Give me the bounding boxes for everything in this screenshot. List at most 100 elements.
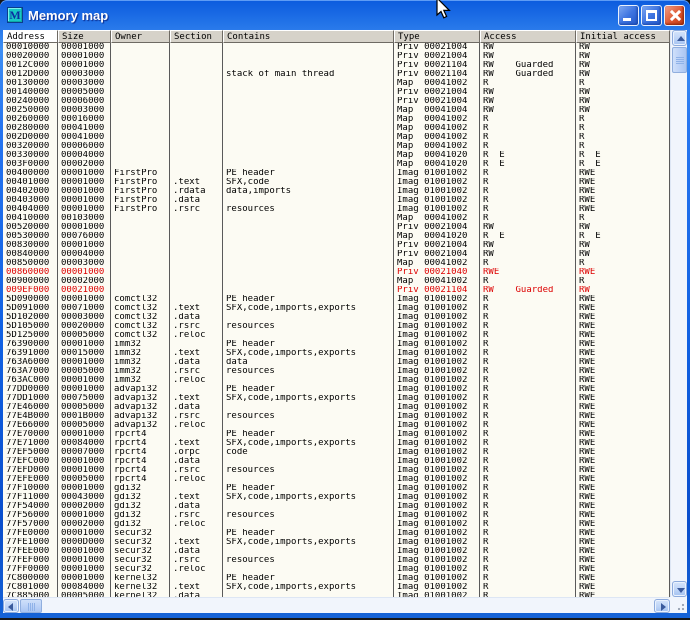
cell-initial-access: RWE bbox=[576, 394, 670, 403]
table-row[interactable]: 7639000000001000imm32PE headerImag 01001… bbox=[3, 340, 670, 349]
cell-section: .data bbox=[170, 196, 223, 205]
table-row[interactable]: 77F5400000002000gdi32.dataImag 01001002R… bbox=[3, 502, 670, 511]
cell-owner: advapi32 bbox=[111, 412, 170, 421]
cell-section: .text bbox=[170, 394, 223, 403]
table-row[interactable]: 77E4B0000001B000advapi32.rsrcresourcesIm… bbox=[3, 412, 670, 421]
table-row[interactable]: 77E7000000001000rpcrt4PE headerImag 0100… bbox=[3, 430, 670, 439]
cell-type: Map 00041004 bbox=[394, 106, 480, 115]
column-header-address[interactable]: Address bbox=[3, 30, 58, 43]
cell-access: RW bbox=[480, 97, 576, 106]
table-row[interactable]: 003F000000002000Map 00041020R ER E bbox=[3, 160, 670, 169]
table-row[interactable]: 0012C00000001000Priv 00021104RW GuardedR… bbox=[3, 61, 670, 70]
table-row[interactable]: 77F1000000001000gdi32PE headerImag 01001… bbox=[3, 484, 670, 493]
table-row[interactable]: 0014000000005000Priv 00021004RWRW bbox=[3, 88, 670, 97]
vertical-scrollbar[interactable] bbox=[670, 30, 687, 597]
table-row[interactable]: 77DD100000075000advapi32.textSFX,code,im… bbox=[3, 394, 670, 403]
cell-access: R bbox=[480, 421, 576, 430]
table-row[interactable]: 0083000000001000Priv 00021004RWRW bbox=[3, 241, 670, 250]
table-row[interactable]: 77FEE00000001000secur32.dataImag 0100100… bbox=[3, 547, 670, 556]
cell-type: Imag 01001002 bbox=[394, 439, 480, 448]
table-row[interactable]: 763AC00000001000imm32.relocImag 01001002… bbox=[3, 376, 670, 385]
table-row[interactable]: 0052000000001000Priv 00021004RWRW bbox=[3, 223, 670, 232]
table-row[interactable]: 7C80100000084000kernel32.textSFX,code,im… bbox=[3, 583, 670, 592]
table-row[interactable]: 0086000000001000Priv 00021040RWERWE bbox=[3, 268, 670, 277]
close-button[interactable] bbox=[664, 5, 685, 26]
table-row[interactable]: 77F1100000043000gdi32.textSFX,code,impor… bbox=[3, 493, 670, 502]
table-row[interactable]: 77FF000000001000secur32.relocImag 010010… bbox=[3, 565, 670, 574]
table-row[interactable]: 77E4600000005000advapi32.dataImag 010010… bbox=[3, 403, 670, 412]
table-row[interactable]: 7639100000015000imm32.textSFX,code,impor… bbox=[3, 349, 670, 358]
table-row[interactable]: 5D09000000001000comctl32PE headerImag 01… bbox=[3, 295, 670, 304]
table-row[interactable]: 7C80000000001000kernel32PE headerImag 01… bbox=[3, 574, 670, 583]
table-row[interactable]: 0028000000041000Map 00041002RR bbox=[3, 124, 670, 133]
table-row[interactable]: 763A600000001000imm32.datadataImag 01001… bbox=[3, 358, 670, 367]
table-row[interactable]: 0090000000002000Map 00041002RR bbox=[3, 277, 670, 286]
maximize-button[interactable] bbox=[641, 5, 662, 26]
table-row[interactable]: 0012D00000003000stack of main threadPriv… bbox=[3, 70, 670, 79]
table-row[interactable]: 0002000000001000Priv 00021004RWRW bbox=[3, 52, 670, 61]
table-row[interactable]: 77FEF00000001000secur32.rsrcresourcesIma… bbox=[3, 556, 670, 565]
table-row[interactable]: 77EFD00000001000rpcrt4.rsrcresourcesImag… bbox=[3, 466, 670, 475]
table-row[interactable]: 77E6600000005000advapi32.relocImag 01001… bbox=[3, 421, 670, 430]
table-row[interactable]: 0024000000006000Priv 00021004RWRW bbox=[3, 97, 670, 106]
table-row[interactable]: 009EF00000021000Priv 00021104RW GuardedR… bbox=[3, 286, 670, 295]
cell-type: Imag 01001002 bbox=[394, 430, 480, 439]
column-header-access[interactable]: Access bbox=[480, 30, 576, 43]
scroll-down-button[interactable] bbox=[672, 581, 687, 597]
table-row[interactable]: 77EF500000007000rpcrt4.orpccodeImag 0100… bbox=[3, 448, 670, 457]
cell-size: 00001000 bbox=[58, 565, 111, 574]
table-row[interactable]: 77E7100000084000rpcrt4.textSFX,code,impo… bbox=[3, 439, 670, 448]
table-row[interactable]: 002D000000041000Map 00041002RR bbox=[3, 133, 670, 142]
table-row[interactable]: 5D09100000071000comctl32.textSFX,code,im… bbox=[3, 304, 670, 313]
column-header-section[interactable]: Section bbox=[170, 30, 223, 43]
cell-size: 00001000 bbox=[58, 466, 111, 475]
table-row[interactable]: 5D10200000003000comctl32.dataImag 010010… bbox=[3, 313, 670, 322]
table-row[interactable]: 77EFC00000001000rpcrt4.dataImag 01001002… bbox=[3, 457, 670, 466]
cell-section: .rsrc bbox=[170, 466, 223, 475]
column-header-initial-access[interactable]: Initial access bbox=[576, 30, 670, 43]
table-row[interactable]: 0001000000001000Priv 00021004RWRW bbox=[3, 43, 670, 52]
table-row[interactable]: 0040200000001000FirstPro.rdatadata,impor… bbox=[3, 187, 670, 196]
table-row[interactable]: 0084000000004000Priv 00021004RWRW bbox=[3, 250, 670, 259]
cell-owner: secur32 bbox=[111, 556, 170, 565]
cell-access: R bbox=[480, 340, 576, 349]
table-row[interactable]: 77DD000000001000advapi32PE headerImag 01… bbox=[3, 385, 670, 394]
table-row[interactable]: 0026000000016000Map 00041002RR bbox=[3, 115, 670, 124]
table-row[interactable]: 77EFE00000005000rpcrt4.relocImag 0100100… bbox=[3, 475, 670, 484]
scroll-right-button[interactable] bbox=[654, 599, 670, 613]
vertical-scroll-thumb[interactable] bbox=[672, 47, 687, 73]
table-row[interactable]: 0040100000001000FirstPro.textSFX,codeIma… bbox=[3, 178, 670, 187]
table-row[interactable]: 5D12500000005000comctl32.relocImag 01001… bbox=[3, 331, 670, 340]
table-row[interactable]: 0041000000103000Map 00041002RR bbox=[3, 214, 670, 223]
cell-section: .text bbox=[170, 178, 223, 187]
cell-type: Imag 01001002 bbox=[394, 295, 480, 304]
table-row[interactable]: 77F5700000002000gdi32.relocImag 01001002… bbox=[3, 520, 670, 529]
table-row[interactable]: 0040300000001000FirstPro.dataImag 010010… bbox=[3, 196, 670, 205]
horizontal-scroll-thumb[interactable] bbox=[20, 599, 42, 613]
minimize-button[interactable] bbox=[618, 5, 639, 26]
memory-rows[interactable]: 0001000000001000Priv 00021004RWRW0002000… bbox=[3, 43, 670, 597]
table-row[interactable]: 77FE000000001000secur32PE headerImag 010… bbox=[3, 529, 670, 538]
column-header-contains[interactable]: Contains bbox=[223, 30, 394, 43]
table-row[interactable]: 0040000000001000FirstProPE headerImag 01… bbox=[3, 169, 670, 178]
resize-grip[interactable] bbox=[670, 597, 687, 613]
scroll-up-button[interactable] bbox=[672, 30, 687, 46]
table-row[interactable]: 0025000000003000Map 00041004RWRW bbox=[3, 106, 670, 115]
column-header-type[interactable]: Type bbox=[394, 30, 480, 43]
column-header-size[interactable]: Size bbox=[58, 30, 111, 43]
cell-owner bbox=[111, 214, 170, 223]
table-row[interactable]: 763A700000005000imm32.rsrcresourcesImag … bbox=[3, 367, 670, 376]
title-bar[interactable]: M Memory map bbox=[0, 0, 690, 30]
table-row[interactable]: 0040400000001000FirstPro.rsrcresourcesIm… bbox=[3, 205, 670, 214]
table-row[interactable]: 0053000000076000Map 00041020R ER E bbox=[3, 232, 670, 241]
scroll-left-button[interactable] bbox=[3, 599, 19, 613]
table-row[interactable]: 77F5600000001000gdi32.rsrcresourcesImag … bbox=[3, 511, 670, 520]
table-row[interactable]: 0013000000003000Map 00041002RR bbox=[3, 79, 670, 88]
table-row[interactable]: 0032000000006000Map 00041002RR bbox=[3, 142, 670, 151]
table-row[interactable]: 0085000000003000Map 00041002RR bbox=[3, 259, 670, 268]
table-row[interactable]: 5D10500000020000comctl32.rsrcresourcesIm… bbox=[3, 322, 670, 331]
column-header-owner[interactable]: Owner bbox=[111, 30, 170, 43]
table-row[interactable]: 77FE10000000D000secur32.textSFX,code,imp… bbox=[3, 538, 670, 547]
table-row[interactable]: 0033000000004000Map 00041020R ER E bbox=[3, 151, 670, 160]
horizontal-scrollbar[interactable] bbox=[3, 597, 670, 613]
